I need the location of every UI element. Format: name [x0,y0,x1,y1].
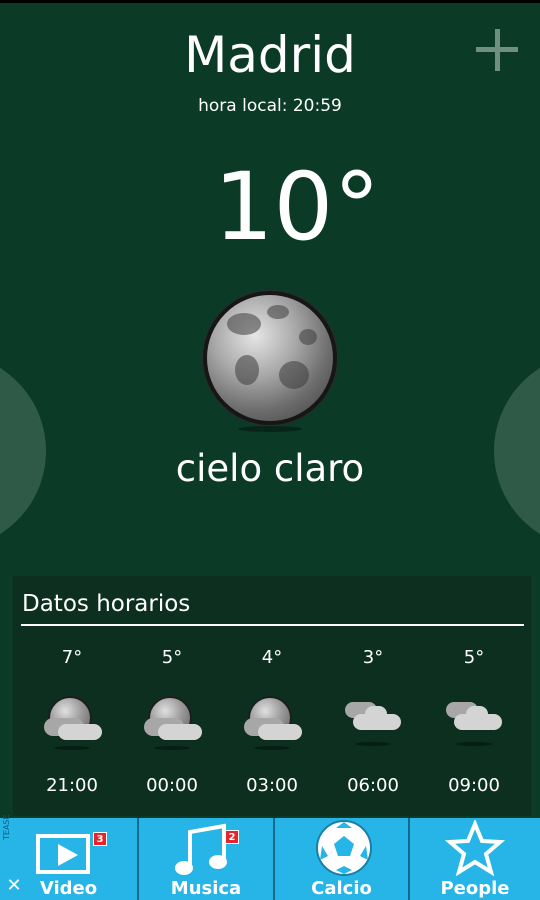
cloud-icon [442,690,506,750]
ad-tile-label: People [440,878,510,899]
ad-tile-label: Calcio [311,878,372,899]
hourly-item: 5° 00:00 [122,646,222,798]
ad-tile-label: Musica [170,878,242,899]
city-name: Madrid [184,26,356,84]
star-icon [445,820,505,877]
hourly-temperature: 7° [61,647,83,668]
hourly-time: 09:00 [448,775,500,796]
moon-cloud-icon [40,690,104,750]
hourly-time: 21:00 [46,775,98,796]
hourly-time: 00:00 [146,775,198,796]
hourly-temperature: 5° [463,647,485,668]
moon-icon [198,286,342,432]
hourly-title: Datos horarios [22,591,191,617]
weather-condition: cielo claro [175,447,365,490]
hourly-time: 03:00 [246,775,298,796]
hourly-time: 06:00 [347,775,399,796]
hourly-forecast: Datos horarios 7° 21:00 5° 00:00 4° 03:0… [13,576,531,816]
hourly-item: 3° 06:00 [323,646,423,798]
ad-tile-musica[interactable]: 2 Musica [139,818,275,900]
ad-brand-label: TEASE [2,814,11,840]
hourly-item: 7° 21:00 [22,646,122,798]
ad-tile-people[interactable]: People [410,818,540,900]
divider [21,624,524,626]
cloud-icon [341,690,405,750]
moon-cloud-icon [140,690,204,750]
music-note-icon [175,823,227,875]
current-temperature: 10° [213,153,381,262]
soccer-ball-icon [316,820,372,876]
hourly-temperature: 5° [161,647,183,668]
ad-badge: 3 [93,832,107,846]
hourly-temperature: 3° [362,647,384,668]
current-weather-panel: Madrid hora local: 20:59 10° cielo claro [0,3,540,573]
ad-banner: 3 Video 2 Musica Calcio People [0,818,540,900]
play-icon [36,834,90,874]
close-ad-button[interactable]: ✕ [0,872,28,900]
ad-badge: 2 [225,830,239,844]
hourly-temperature: 4° [261,647,283,668]
hourly-item: 4° 03:00 [222,646,322,798]
hourly-item: 5° 09:00 [424,646,524,798]
local-time: hora local: 20:59 [198,96,342,116]
ad-tile-calcio[interactable]: Calcio [275,818,410,900]
moon-cloud-icon [240,690,304,750]
